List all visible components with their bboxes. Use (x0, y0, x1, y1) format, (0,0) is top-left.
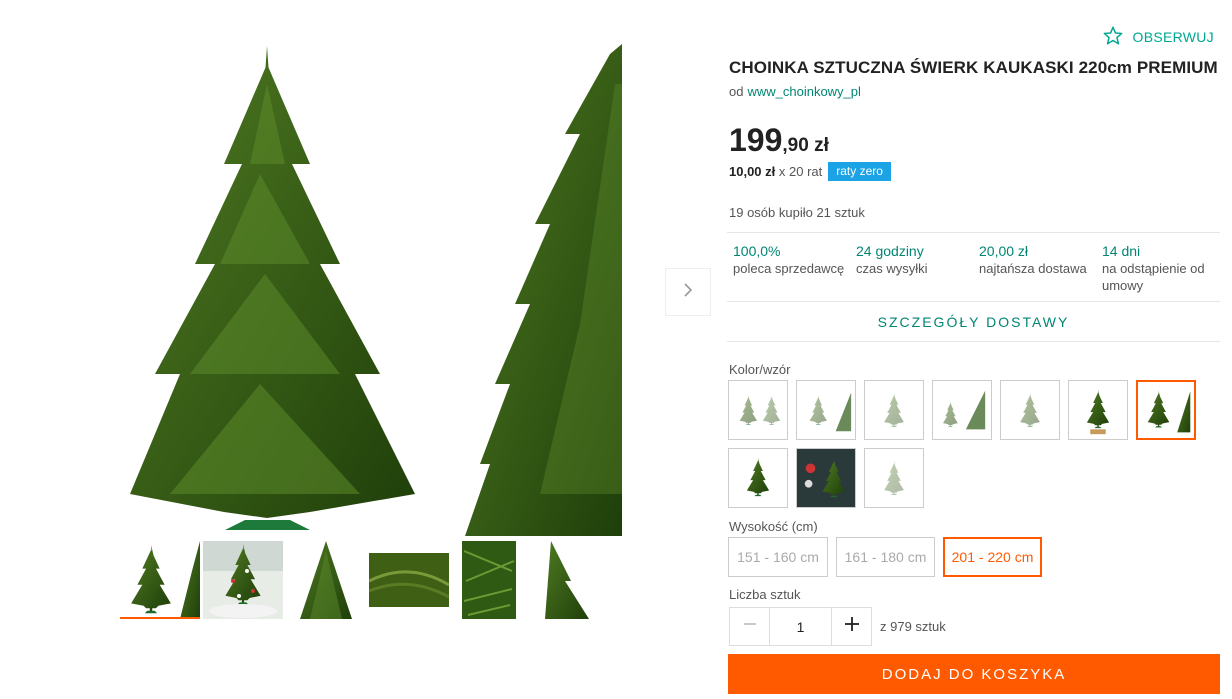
height-option[interactable]: 151 - 160 cm (728, 537, 828, 577)
variant-option[interactable] (864, 448, 924, 508)
quantity-input[interactable] (769, 608, 832, 645)
thumbnail-item[interactable] (535, 541, 615, 619)
stat-value: 20,00 zł (979, 243, 1029, 259)
variant-label: Kolor/wzór (729, 362, 791, 377)
price-main: 199 (729, 122, 783, 158)
seller-info: od www_choinkowy_pl (729, 84, 861, 99)
zero-installments-badge[interactable]: raty zero (828, 162, 891, 181)
increase-quantity-button[interactable] (832, 608, 871, 645)
thumbnail-item[interactable] (452, 541, 532, 619)
add-to-cart-button[interactable]: DODAJ DO KOSZYKA (728, 654, 1220, 694)
star-outline-icon (1103, 26, 1123, 48)
sold-info: 19 osób kupiło 21 sztuk (729, 205, 865, 220)
product-title: CHOINKA SZTUCZNA ŚWIERK KAUKASKI 220cm P… (729, 58, 1218, 77)
installment-amount: 10,00 zł (729, 164, 776, 179)
thumbnail-item[interactable] (286, 541, 366, 619)
thumbnail-item[interactable] (369, 541, 449, 619)
variant-option[interactable] (796, 380, 856, 440)
variant-option[interactable] (796, 448, 856, 508)
height-option[interactable]: 161 - 180 cm (836, 537, 935, 577)
stat-value: 14 dni (1102, 243, 1141, 259)
variant-option[interactable] (728, 380, 788, 440)
stat-label: poleca sprzedawcę (733, 261, 845, 276)
stat-recommend: 100,0% poleca sprzedawcę (733, 243, 851, 277)
stat-shipping-time: 24 godziny czas wysyłki (856, 243, 974, 277)
stat-return-period: 14 dni na odstąpienie od umowy (1102, 243, 1217, 294)
seller-link[interactable]: www_choinkowy_pl (747, 84, 860, 99)
variant-option[interactable] (1068, 380, 1128, 440)
stat-cheapest-delivery: 20,00 zł najtańsza dostawa (979, 243, 1097, 277)
variant-option[interactable] (932, 380, 992, 440)
installments-info: 10,00 zł x 20 rat raty zero (729, 162, 891, 181)
seller-stats: 100,0% poleca sprzedawcę 24 godziny czas… (727, 232, 1220, 302)
price-fraction: ,90 zł (782, 135, 829, 156)
gallery-next-button[interactable] (665, 268, 711, 316)
height-option-selected[interactable]: 201 - 220 cm (943, 537, 1042, 577)
plus-icon (844, 616, 860, 637)
chevron-right-icon (682, 282, 694, 303)
variant-option[interactable] (864, 380, 924, 440)
seller-prefix: od (729, 84, 744, 99)
stat-label: na odstąpienie od umowy (1102, 261, 1205, 293)
watch-label: OBSERWUJ (1132, 29, 1214, 45)
quantity-stepper (729, 607, 872, 646)
thumbnail-item[interactable] (120, 541, 200, 619)
thumbnail-item[interactable] (203, 541, 283, 619)
quantity-label: Liczba sztuk (729, 587, 801, 602)
watch-button[interactable]: OBSERWUJ (1103, 26, 1215, 48)
stat-value: 24 godziny (856, 243, 924, 259)
decrease-quantity-button[interactable] (730, 608, 769, 645)
installment-count: x 20 rat (778, 164, 823, 179)
variant-option[interactable] (1000, 380, 1060, 440)
height-label: Wysokość (cm) (729, 519, 818, 534)
delivery-details-link[interactable]: SZCZEGÓŁY DOSTAWY (727, 302, 1220, 342)
stat-value: 100,0% (733, 243, 781, 259)
stat-label: najtańsza dostawa (979, 261, 1087, 276)
stock-info: z 979 sztuk (880, 619, 946, 634)
variant-option-selected[interactable] (1136, 380, 1196, 440)
product-main-image[interactable] (110, 24, 622, 536)
minus-icon (743, 617, 757, 636)
stat-label: czas wysyłki (856, 261, 928, 276)
price: 199,90 zł (729, 122, 829, 159)
variant-option[interactable] (728, 448, 788, 508)
